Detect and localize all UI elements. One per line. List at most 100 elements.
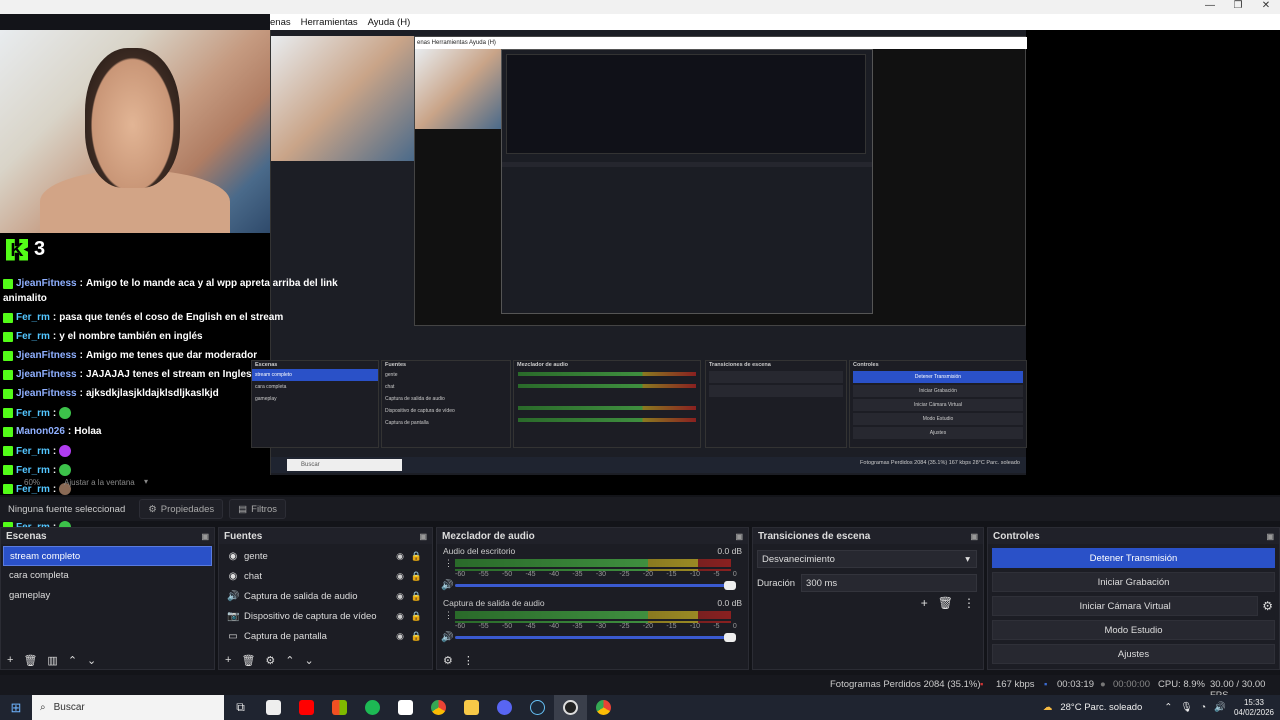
eye-icon[interactable]: ◉ bbox=[396, 631, 404, 642]
scene-item[interactable]: cara completa bbox=[3, 566, 212, 586]
eye-icon[interactable]: ◉ bbox=[396, 611, 404, 622]
task-view-icon[interactable]: ⧉ bbox=[224, 695, 257, 720]
menu-item[interactable]: Herramientas bbox=[301, 17, 358, 28]
zoom-fit[interactable]: Ajustar a la ventana bbox=[64, 478, 135, 487]
undock-icon[interactable]: ▣ bbox=[970, 532, 978, 541]
wifi-icon[interactable]: ◔ bbox=[1200, 702, 1206, 713]
chat-message: Manon026: Holaa bbox=[3, 426, 101, 437]
volume-meter bbox=[455, 559, 731, 567]
speaker-icon[interactable]: 🔊 bbox=[441, 632, 453, 643]
transition-select[interactable]: Desvanecimiento ▾ bbox=[757, 550, 977, 568]
up-icon[interactable]: ⌃ bbox=[285, 654, 294, 667]
kick-badge-icon bbox=[3, 465, 13, 475]
undock-icon[interactable]: ▣ bbox=[735, 532, 743, 541]
capcut-icon[interactable] bbox=[389, 695, 422, 720]
zoom-level[interactable]: 60% bbox=[24, 478, 40, 487]
restore-icon[interactable]: ❐ bbox=[1224, 0, 1252, 14]
volume-slider[interactable] bbox=[455, 633, 736, 642]
slider-handle[interactable] bbox=[724, 581, 736, 590]
more-icon[interactable]: ⋮ bbox=[444, 610, 453, 621]
filter-icon[interactable]: ▥ bbox=[47, 654, 57, 667]
chrome-icon[interactable] bbox=[422, 695, 455, 720]
gear-icon[interactable]: ⚙ bbox=[1260, 595, 1279, 613]
speaker-icon[interactable]: 🔊 bbox=[441, 580, 453, 591]
trash-icon[interactable]: 🗑 bbox=[23, 654, 37, 667]
trash-icon[interactable]: 🗑 bbox=[241, 654, 255, 667]
chevron-down-icon[interactable]: ⌄ bbox=[87, 654, 96, 667]
add-icon[interactable]: + bbox=[225, 654, 231, 667]
add-icon[interactable]: + bbox=[7, 654, 13, 667]
chrome-profile-icon[interactable] bbox=[587, 695, 620, 720]
discord-icon[interactable] bbox=[488, 695, 521, 720]
eye-icon[interactable]: ◉ bbox=[396, 591, 404, 602]
more-icon[interactable]: ⋮ bbox=[444, 558, 453, 569]
clock[interactable]: 15:33 04/02/2026 bbox=[1234, 698, 1274, 718]
chevron-up-icon[interactable]: ⌃ bbox=[1164, 702, 1172, 713]
status-bar: Fotogramas Perdidos 2084 (35.1%) ▪ 167 k… bbox=[0, 675, 1280, 701]
gear-icon[interactable]: ⚙ bbox=[265, 654, 275, 667]
lock-icon[interactable]: 🔒 bbox=[411, 571, 422, 582]
chat-username: Fer_rm bbox=[16, 407, 50, 419]
add-icon[interactable]: + bbox=[921, 596, 928, 610]
scene-item[interactable]: gameplay bbox=[3, 586, 212, 606]
scene-item[interactable]: stream completo bbox=[3, 546, 212, 566]
undock-icon[interactable]: ▣ bbox=[419, 532, 427, 541]
lock-icon[interactable]: 🔒 bbox=[411, 591, 422, 602]
eye-icon[interactable]: ◉ bbox=[396, 551, 404, 562]
mic-icon[interactable]: 🎙 bbox=[1180, 702, 1192, 713]
kick-badge-icon bbox=[3, 369, 13, 380]
start-virtual-camera-button[interactable]: Iniciar Cámara Virtual bbox=[992, 596, 1259, 616]
more-icon[interactable]: ⋮ bbox=[463, 654, 474, 667]
weather-icon[interactable]: ☁ bbox=[1043, 702, 1053, 713]
search-box[interactable]: ⌕ Buscar bbox=[32, 695, 224, 720]
properties-button[interactable]: ⚙ Propiedades bbox=[139, 499, 224, 519]
filters-button[interactable]: ▤ Filtros bbox=[229, 499, 287, 519]
source-item[interactable]: 🔊 Captura de salida de audio ◉ 🔒 bbox=[219, 586, 432, 606]
studio-mode-button[interactable]: Modo Estudio bbox=[992, 620, 1275, 640]
chat-message: JjeanFitness: Amigo me tenes que dar mode… bbox=[3, 350, 257, 361]
sources-title: Fuentes bbox=[224, 530, 263, 542]
close-icon[interactable]: ✕ bbox=[1252, 0, 1280, 14]
windows-start-icon[interactable]: ⊞ bbox=[0, 700, 32, 716]
settings-button[interactable]: Ajustes bbox=[992, 644, 1275, 664]
folder-icon[interactable] bbox=[455, 695, 488, 720]
menu-item[interactable]: enas bbox=[270, 17, 291, 28]
up-icon[interactable]: ⌃ bbox=[68, 654, 77, 667]
lock-icon[interactable]: 🔒 bbox=[411, 611, 422, 622]
chevron-down-icon[interactable]: ⌄ bbox=[305, 654, 314, 667]
more-icon[interactable]: ⋮ bbox=[963, 596, 975, 610]
chevron-down-icon[interactable]: ▾ bbox=[144, 477, 148, 486]
calendar-app-icon[interactable] bbox=[257, 695, 290, 720]
duration-input[interactable]: 300 ms bbox=[801, 574, 977, 592]
lock-icon[interactable]: 🔒 bbox=[411, 551, 422, 562]
source-item[interactable]: 📷 Dispositivo de captura de vídeo ◉ 🔒 bbox=[219, 606, 432, 626]
chat-message: Fer_rm: bbox=[3, 407, 72, 419]
slider-handle[interactable] bbox=[724, 633, 736, 642]
gear-icon[interactable]: ⚙ bbox=[443, 654, 453, 667]
source-item[interactable]: ▭ Captura de pantalla ◉ 🔒 bbox=[219, 626, 432, 646]
kick-badge-icon bbox=[3, 388, 13, 399]
lock-icon[interactable]: 🔒 bbox=[411, 631, 422, 642]
chat-message: JjeanFitness: Amigo te lo mande aca y al … bbox=[3, 278, 338, 289]
youtube-icon[interactable] bbox=[290, 695, 323, 720]
weather[interactable]: 28°C Parc. soleado bbox=[1060, 702, 1142, 713]
menu-item[interactable]: Ayuda (H) bbox=[368, 17, 411, 28]
undock-icon[interactable]: ▣ bbox=[201, 532, 209, 541]
filter-icon: ▤ bbox=[238, 503, 248, 515]
source-item[interactable]: ◉ chat ◉ 🔒 bbox=[219, 566, 432, 586]
scenes-dock: Escenas ▣ stream completo cara completa g… bbox=[0, 527, 215, 670]
minimize-icon[interactable]: — bbox=[1196, 0, 1224, 14]
obs-preview[interactable]: enas Herramientas Ayuda (H) Escenas stre… bbox=[0, 30, 1280, 552]
stop-streaming-button[interactable]: Detener Transmisión bbox=[992, 548, 1275, 568]
eye-icon[interactable]: ◉ bbox=[396, 571, 404, 582]
volume-slider[interactable] bbox=[455, 581, 736, 590]
obs-icon[interactable] bbox=[554, 695, 587, 720]
undock-icon[interactable]: ▣ bbox=[1266, 532, 1274, 541]
spotify-icon[interactable] bbox=[356, 695, 389, 720]
volume-icon[interactable]: 🔊 bbox=[1214, 702, 1226, 713]
microsoft-store-icon[interactable] bbox=[323, 695, 356, 720]
steam-icon[interactable] bbox=[521, 695, 554, 720]
trash-icon[interactable]: 🗑 bbox=[938, 596, 953, 610]
source-item[interactable]: ◉ gente ◉ 🔒 bbox=[219, 546, 432, 566]
start-recording-button[interactable]: Iniciar Grabación bbox=[992, 572, 1275, 592]
